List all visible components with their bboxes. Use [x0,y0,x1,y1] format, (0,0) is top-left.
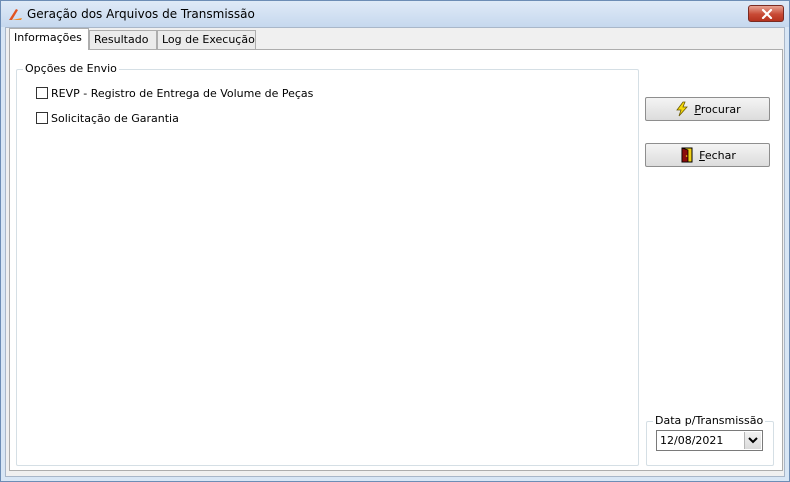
procurar-label: Procurar [694,102,741,116]
fechar-button[interactable]: Fechar [645,143,770,167]
tab-log-execucao[interactable]: Log de Execução [157,30,256,49]
app-logo-icon [9,9,22,20]
tab-informacoes[interactable]: Informações [9,28,89,50]
main-window: Geração dos Arquivos de Transmissão Info… [0,0,790,482]
revp-option[interactable]: REVP - Registro de Entrega de Volume de … [36,85,313,101]
garantia-label: Solicitação de Garantia [51,111,179,125]
procurar-button[interactable]: Procurar [645,97,770,121]
window-title: Geração dos Arquivos de Transmissão [27,7,255,21]
title-bar[interactable]: Geração dos Arquivos de Transmissão [1,1,789,27]
garantia-checkbox[interactable] [36,112,48,124]
exit-door-icon [681,147,693,163]
options-group: Opções de Envio [16,62,639,466]
chevron-down-icon [748,437,758,444]
date-group-legend: Data p/Transmissão [653,414,766,427]
tab-label: Log de Execução [162,33,255,46]
lightning-icon [676,101,689,117]
revp-checkbox[interactable] [36,87,48,99]
date-select[interactable]: 12/08/2021 [656,430,763,451]
close-icon [761,9,773,19]
options-group-legend: Opções de Envio [23,62,119,75]
close-window-button[interactable] [748,5,784,22]
tab-resultado[interactable]: Resultado [89,30,157,49]
tab-label: Informações [14,31,82,44]
garantia-option[interactable]: Solicitação de Garantia [36,110,179,126]
date-dropdown-button[interactable] [744,432,761,449]
fechar-label: Fechar [699,148,736,162]
date-value: 12/08/2021 [660,434,724,447]
tab-label: Resultado [94,33,149,46]
revp-label: REVP - Registro de Entrega de Volume de … [51,86,314,100]
